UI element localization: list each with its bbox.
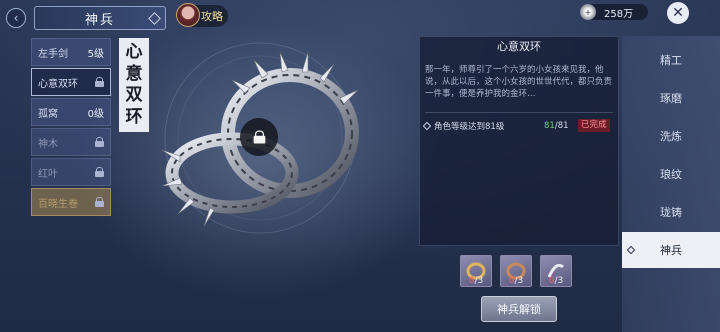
diamond-bullet-icon	[626, 245, 636, 255]
artifact-name: 红叶	[38, 168, 58, 180]
tab-label: 琅纹	[660, 168, 682, 181]
artifact-item-2[interactable]: 孤窝 0级	[31, 98, 111, 126]
artifact-name: 左手剑	[38, 48, 68, 60]
tab-artifact[interactable]: 神兵	[622, 232, 720, 268]
title-char: 心	[125, 42, 143, 63]
tab-label: 精工	[660, 54, 682, 67]
tab-wash[interactable]: 洗炼	[622, 118, 720, 154]
silver-coin-icon: +	[580, 4, 596, 20]
material-count-0: 0/3	[460, 276, 492, 286]
count-need: /3	[474, 276, 484, 286]
chevron-left-icon: ‹	[13, 11, 19, 25]
material-count-2: 0/3	[540, 276, 572, 286]
title-char: 意	[125, 63, 143, 84]
title-char: 环	[125, 106, 143, 127]
lock-icon	[95, 167, 104, 177]
tab-pattern[interactable]: 琅纹	[622, 156, 720, 192]
tab-label: 珑铸	[660, 206, 682, 219]
guide-avatar	[176, 3, 200, 27]
artifact-name: 孤窝	[38, 108, 58, 120]
artifact-name: 心意双环	[38, 78, 78, 90]
guide-label: 攻略	[201, 10, 223, 23]
back-button[interactable]: ‹	[6, 8, 26, 28]
material-count-1: 0/3	[500, 276, 532, 286]
artifact-locked-indicator	[240, 118, 278, 156]
tab-polish[interactable]: 琢磨	[622, 80, 720, 116]
artifact-item-0[interactable]: 左手剑 5级	[31, 38, 111, 66]
page-title-text: 神兵	[84, 12, 115, 28]
artifact-item-1[interactable]: 心意双环	[31, 68, 111, 96]
artifact-calligraphy-title: 心 意 双 环	[119, 38, 149, 132]
panel-divider	[425, 112, 613, 113]
condition-progress: 81/81	[544, 121, 569, 131]
condition-total: /81	[554, 121, 569, 131]
title-char: 双	[125, 85, 143, 106]
condition-text: 角色等级达到81级	[434, 122, 505, 132]
unlock-button-label: 神兵解锁	[497, 303, 541, 316]
diamond-bullet-icon	[422, 121, 432, 131]
count-need: /3	[514, 276, 524, 286]
artifact-name: 神木	[38, 138, 58, 150]
condition-current: 81	[544, 121, 555, 131]
currency-amount: 258万	[604, 8, 634, 20]
artifact-level: 5级	[87, 48, 104, 60]
tab-label: 洗炼	[660, 130, 682, 143]
panel-title: 心意双环	[497, 40, 541, 53]
count-need: /3	[554, 276, 564, 286]
artifact-item-4[interactable]: 红叶	[31, 158, 111, 186]
tab-label: 琢磨	[660, 92, 682, 105]
artifact-rings-illustration	[161, 42, 359, 234]
lock-icon	[253, 130, 265, 144]
lock-icon	[95, 77, 104, 87]
page-title: 神兵	[34, 6, 166, 30]
tab-refine[interactable]: 精工	[622, 42, 720, 78]
diamond-ornament-icon	[148, 12, 161, 25]
unlock-condition-row: 角色等级达到81级 81/81 已完成	[422, 119, 614, 133]
artifact-level: 0级	[87, 108, 104, 120]
close-icon: ✕	[672, 5, 684, 21]
close-button[interactable]: ✕	[667, 2, 689, 24]
tab-label: 神兵	[660, 244, 682, 257]
lock-icon	[95, 197, 104, 207]
tab-forge[interactable]: 珑铸	[622, 194, 720, 230]
artifact-name: 百晓生卷	[38, 198, 78, 210]
artifact-item-3[interactable]: 神木	[31, 128, 111, 156]
status-badge: 已完成	[578, 119, 610, 132]
unlock-artifact-button[interactable]: 神兵解锁	[481, 296, 557, 322]
artifact-description: 那一年，师尊引了一个六岁的小女孩来见我，他说，从此以后，这个小女孩的世世代代，都…	[425, 65, 613, 99]
artifact-item-5[interactable]: 百晓生卷	[31, 188, 111, 216]
lock-icon	[95, 137, 104, 147]
